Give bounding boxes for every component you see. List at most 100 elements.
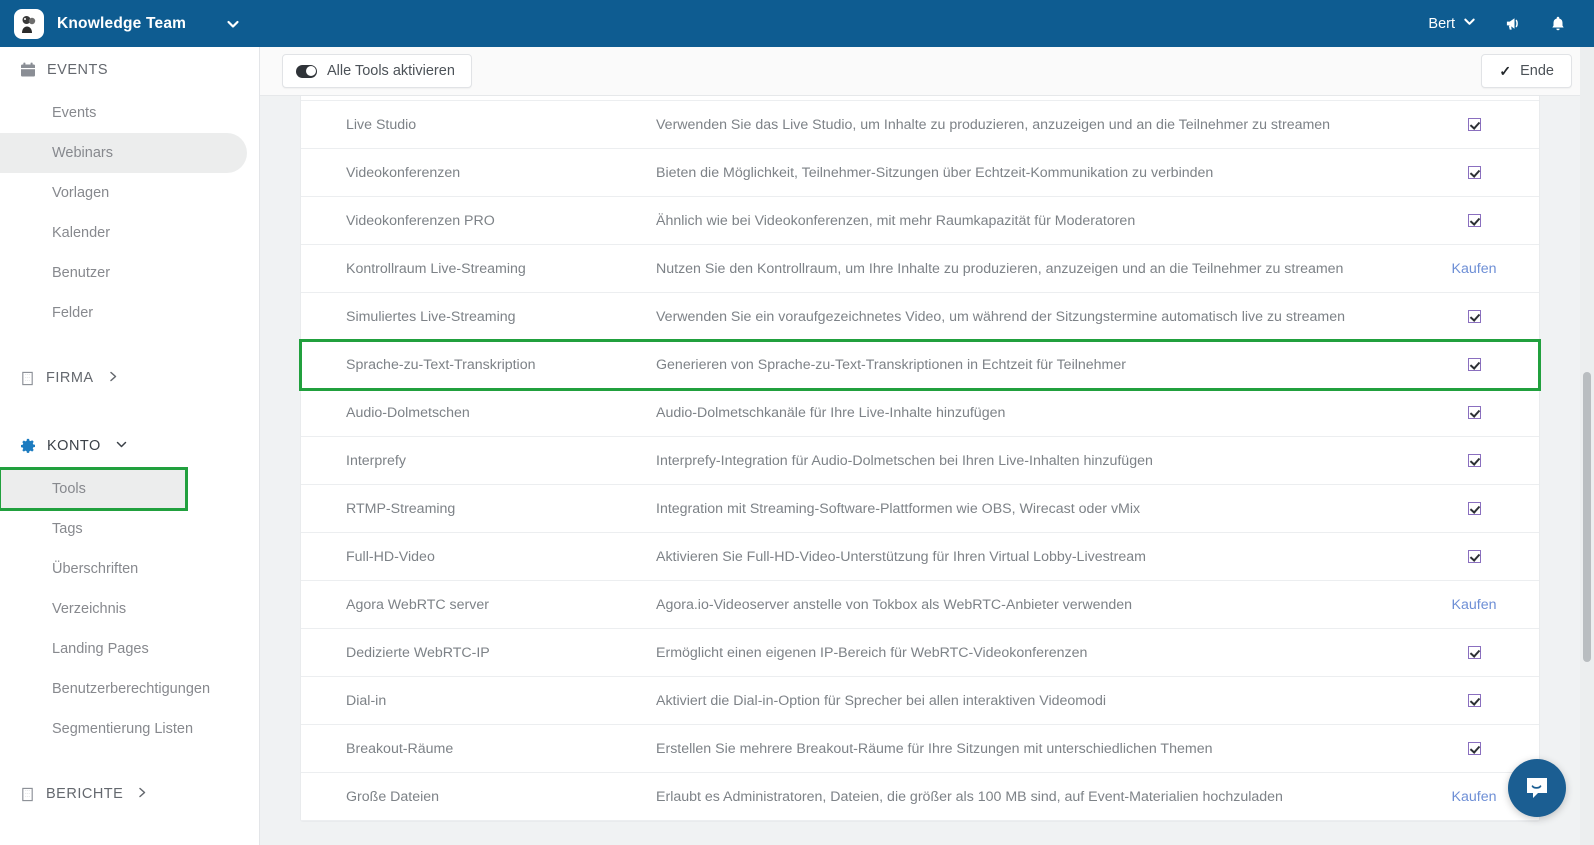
gear-icon [20,438,36,454]
sidebar-section-label: KONTO [47,438,101,454]
check-icon: ✓ [1499,62,1512,79]
tool-description: Ähnlich wie bei Videokonferenzen, mit me… [656,212,1136,229]
building-icon [20,371,35,386]
table-row[interactable]: Agora WebRTC server Agora.io-Videoserver … [301,581,1539,629]
tool-description: Aktivieren Sie Full-HD-Video-Unterstützu… [656,548,1146,565]
tool-action-cell: Kaufen [1409,261,1539,277]
user-menu[interactable]: Bert [1412,0,1492,47]
tool-action-cell [1409,214,1539,227]
table-row[interactable]: Simuliertes Live-Streaming Verwenden Sie … [301,293,1539,341]
main-content: Alle Tools aktivieren ✓ Ende Nachrichten… [260,47,1594,845]
tool-description: Ermöglicht einen eigenen IP-Bereich für … [656,644,1088,661]
toggle-switch-icon[interactable] [296,64,317,78]
sidebar-item-events[interactable]: Events [0,93,247,133]
tool-name: Dial-in [346,692,387,709]
tool-enabled-checkbox[interactable] [1467,166,1481,179]
table-row[interactable]: Videokonferenzen Bieten die Möglichkeit, … [301,149,1539,197]
tool-enabled-checkbox[interactable] [1467,310,1481,323]
tool-enabled-checkbox[interactable] [1467,742,1481,755]
tool-name: Live Studio [346,116,417,133]
table-row[interactable]: Full-HD-Video Aktivieren Sie Full-HD-Vide… [301,533,1539,581]
tool-action-cell [1409,406,1539,419]
buy-link[interactable]: Kaufen [1452,597,1497,613]
table-row[interactable]: Live Studio Verwenden Sie das Live Studio… [301,101,1539,149]
tool-enabled-checkbox[interactable] [1467,454,1481,467]
table-row[interactable]: Audio-Dolmetschen Audio-Dolmetschkanäle f… [301,389,1539,437]
chevron-down-icon[interactable] [226,17,240,31]
tool-description: Erstellen Sie mehrere Breakout-Räume für… [656,740,1213,757]
team-avatar-icon [14,8,44,39]
tool-enabled-checkbox[interactable] [1467,694,1481,707]
tool-action-cell: Kaufen [1409,597,1539,613]
sidebar-item-label: Events [52,105,97,121]
table-row[interactable]: Große Dateien Erlaubt es Administratoren,… [301,773,1539,821]
tool-description: Verwenden Sie ein voraufgezeichnetes Vid… [656,308,1346,325]
tool-action-cell [1409,550,1539,563]
chevron-right-icon [138,787,147,801]
megaphone-icon[interactable] [1492,0,1536,47]
sidebar-item-überschriften[interactable]: Überschriften [0,549,247,589]
sidebar: EVENTS Events Webinars Vorlagen Kalender Benu… [0,47,260,845]
sidebar-item-label: Benutzer [52,265,111,281]
tools-table-scroll-area[interactable]: NachrichtenplanungAlle Nachrichten vor d… [260,96,1594,845]
end-button[interactable]: ✓ Ende [1481,54,1572,88]
sidebar-item-felder[interactable]: Felder [0,293,247,333]
intercom-chat-icon[interactable] [1508,759,1566,817]
table-row[interactable]: Dial-in Aktiviert die Dial-in-Option für … [301,677,1539,725]
sidebar-item-tools[interactable]: Tools [0,467,188,511]
tool-enabled-checkbox[interactable] [1467,214,1481,227]
tool-enabled-checkbox[interactable] [1467,118,1481,131]
sidebar-item-landing-pages[interactable]: Landing Pages [0,629,247,669]
sidebar-item-kalender[interactable]: Kalender [0,213,247,253]
sidebar-section-konto[interactable]: KONTO [0,423,259,469]
sidebar-item-label: Benutzerberechtigungen [52,681,211,697]
table-row[interactable]: Videokonferenzen PRO Ähnlich wie bei Vide… [301,197,1539,245]
tool-description: Aktiviert die Dial-in-Option für Spreche… [656,692,1107,709]
sidebar-section-firma[interactable]: FIRMA [0,355,259,401]
tool-name: Agora WebRTC server [346,596,489,613]
tool-name: Kontrollraum Live-Streaming [346,260,526,277]
chevron-down-icon [1463,15,1476,32]
table-row[interactable]: Sprache-zu-Text-Transkription Generieren … [299,339,1541,391]
bell-icon[interactable] [1536,0,1580,47]
sidebar-item-benutzerberechtigungen[interactable]: Benutzerberechtigungen [0,669,247,709]
sidebar-item-vorlagen[interactable]: Vorlagen [0,173,247,213]
scrollbar-thumb[interactable] [1583,372,1591,662]
tool-enabled-checkbox[interactable] [1467,358,1481,371]
tool-description: Erlaubt es Administratoren, Dateien, die… [656,788,1283,805]
table-row[interactable]: Kontrollraum Live-Streaming Nutzen Sie de… [301,245,1539,293]
sidebar-item-label: Segmentierung Listen [52,721,194,737]
table-row[interactable]: RTMP-Streaming Integration mit Streaming-… [301,485,1539,533]
sidebar-item-webinars[interactable]: Webinars [0,133,247,173]
sidebar-item-benutzer[interactable]: Benutzer [0,253,247,293]
sidebar-item-tags[interactable]: Tags [0,509,247,549]
vertical-scrollbar[interactable] [1580,47,1594,845]
sidebar-item-verzeichnis[interactable]: Verzeichnis [0,589,247,629]
tool-enabled-checkbox[interactable] [1467,646,1481,659]
buy-link[interactable]: Kaufen [1452,789,1497,805]
tool-enabled-checkbox[interactable] [1467,502,1481,515]
table-row[interactable]: Interprefy Interprefy-Integration für Aud… [301,437,1539,485]
workspace-name: Knowledge Team [57,14,187,32]
sidebar-section-events[interactable]: EVENTS [0,47,259,93]
tool-enabled-checkbox[interactable] [1467,406,1481,419]
tool-action-cell [1409,118,1539,131]
tool-name: Interprefy [346,452,406,469]
tool-name: Simuliertes Live-Streaming [346,308,516,325]
user-name: Bert [1428,15,1455,32]
top-navigation-bar: Knowledge Team Bert [0,0,1594,47]
tool-name: Videokonferenzen PRO [346,212,495,229]
sidebar-item-label: Tools [52,481,86,497]
app-root: Knowledge Team Bert EVENTS Events Webina… [0,0,1594,845]
enable-all-tools-toggle[interactable]: Alle Tools aktivieren [282,54,472,88]
sidebar-section-berichte[interactable]: BERICHTE [0,771,259,817]
table-row[interactable]: Dedizierte WebRTC-IP Ermöglicht einen eig… [301,629,1539,677]
sidebar-item-label: Vorlagen [52,185,110,201]
sidebar-section-label: EVENTS [47,62,109,78]
sidebar-item-segmentierung-listen[interactable]: Segmentierung Listen [0,709,247,749]
tool-enabled-checkbox[interactable] [1467,550,1481,563]
workspace-switcher[interactable]: Knowledge Team [0,0,260,47]
table-row[interactable]: Breakout-Räume Erstellen Sie mehrere Brea… [301,725,1539,773]
sidebar-item-label: Überschriften [52,561,139,577]
buy-link[interactable]: Kaufen [1452,261,1497,277]
